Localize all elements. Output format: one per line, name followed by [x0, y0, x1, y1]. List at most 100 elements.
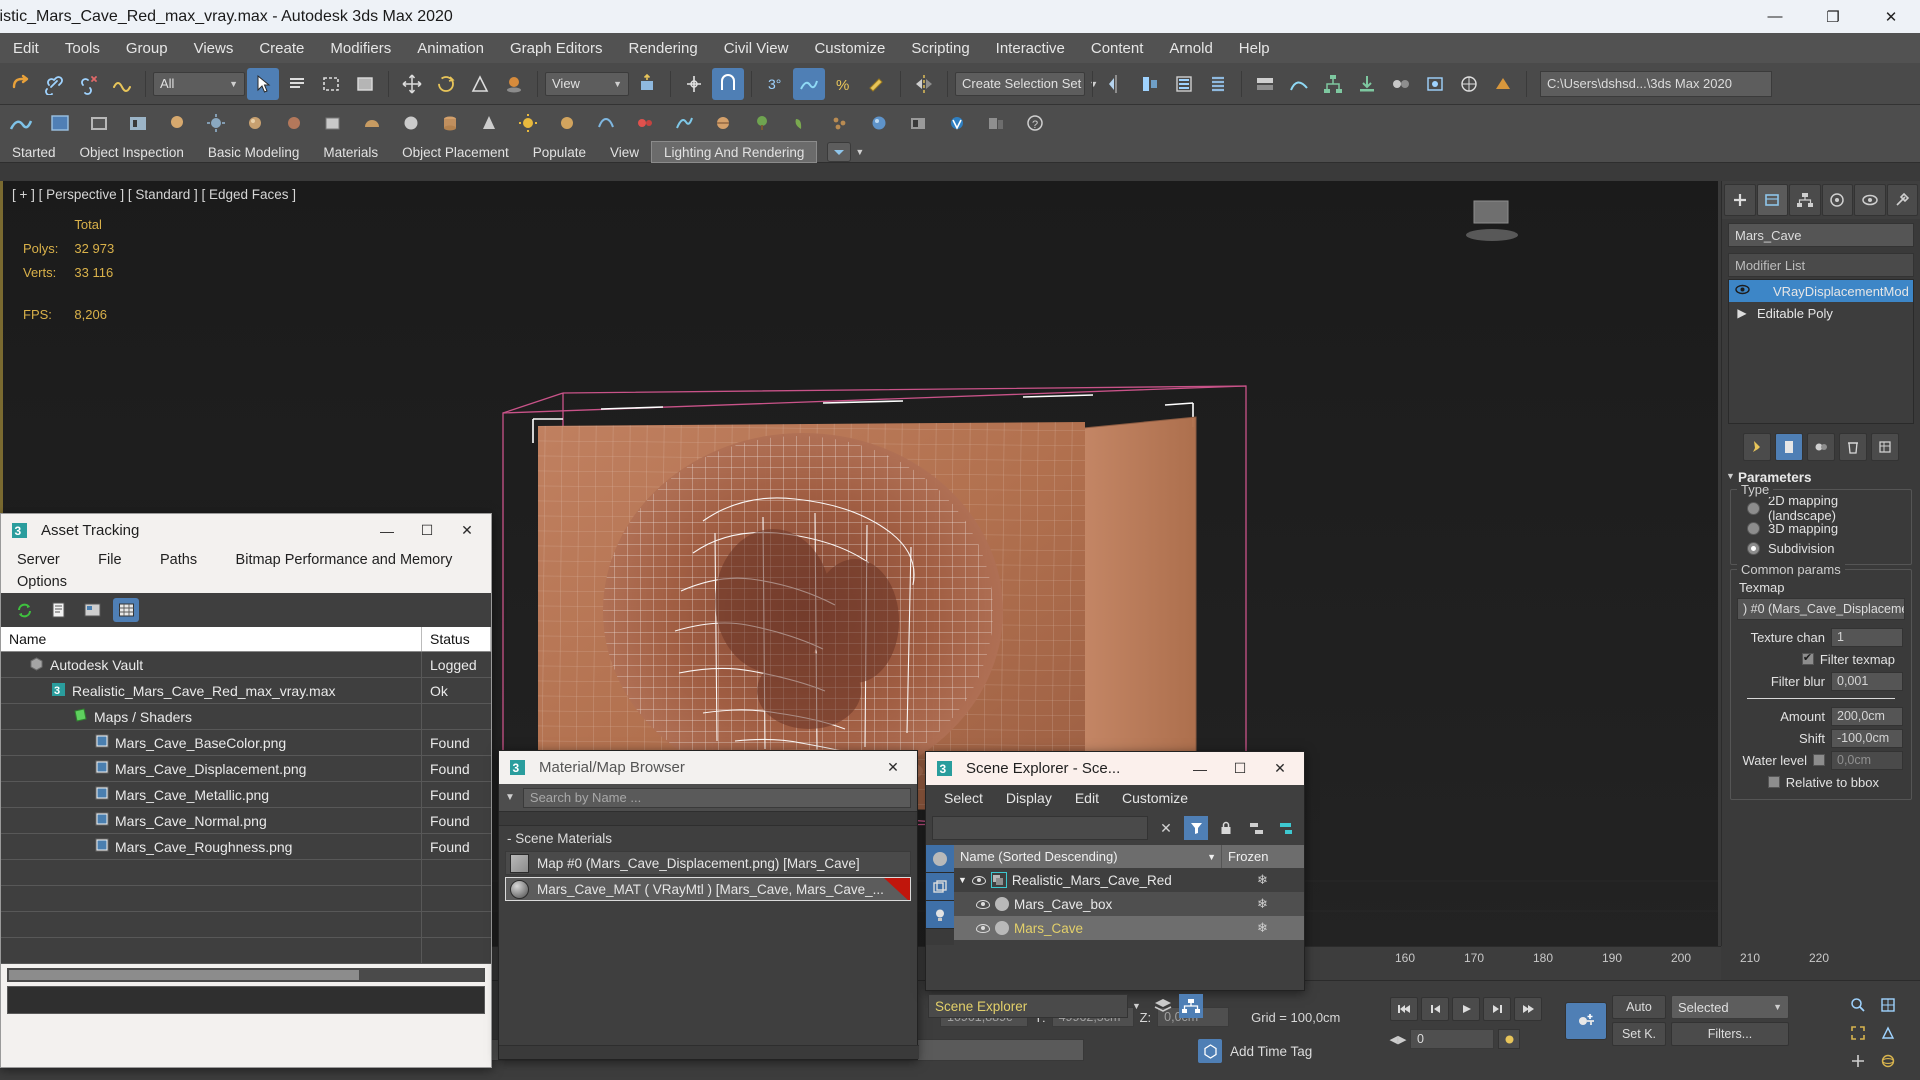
ribbon-toggle-icon[interactable]	[1249, 68, 1281, 100]
schematic-view-icon[interactable]	[1317, 68, 1349, 100]
asset-menu-bitmap-performance[interactable]: Bitmap Performance and Memory	[214, 549, 465, 571]
modifier-stack-row-vraydisplacementmod[interactable]: VRayDisplacementMod	[1729, 280, 1913, 302]
orbit-icon[interactable]	[1876, 1049, 1900, 1073]
modifier-stack-row-editable-poly[interactable]: ▶ Editable Poly	[1729, 302, 1913, 324]
tree-icon[interactable]	[743, 107, 781, 139]
eye-icon[interactable]	[971, 875, 986, 885]
menu-item-graph-editors[interactable]: Graph Editors	[497, 37, 616, 60]
render-setup-icon[interactable]	[1419, 68, 1451, 100]
render-frame-icon[interactable]	[1453, 68, 1485, 100]
menu-item-modifiers[interactable]: Modifiers	[317, 37, 404, 60]
menu-item-civil-view[interactable]: Civil View	[711, 37, 802, 60]
close-button[interactable]: ✕	[1862, 0, 1920, 33]
menu-item-group[interactable]: Group	[113, 37, 181, 60]
ribbon-tab-object-inspection[interactable]: Object Inspection	[68, 141, 196, 163]
table-row[interactable]: Maps / Shaders	[1, 704, 491, 730]
menu-item-interactive[interactable]: Interactive	[983, 37, 1078, 60]
hierarchy-tab[interactable]	[1789, 184, 1821, 216]
object-name-field[interactable]: Mars_Cave	[1728, 223, 1914, 247]
menu-item-help[interactable]: Help	[1226, 37, 1283, 60]
zoom-extents-icon[interactable]	[1846, 1021, 1870, 1045]
snaps-toggle-icon[interactable]	[712, 67, 744, 100]
select-and-scale-icon[interactable]	[464, 68, 496, 100]
asset-minimize-button[interactable]: —	[367, 514, 407, 547]
render-setup-panel-icon[interactable]	[977, 107, 1015, 139]
scene-hierarchy-icon[interactable]	[1178, 994, 1203, 1018]
water-level-checkbox[interactable]	[1813, 754, 1825, 766]
ribbon-tab-started[interactable]: Started	[0, 141, 68, 163]
material-search-input[interactable]: Search by Name ...	[522, 787, 911, 808]
table-row[interactable]: Mars_Cave_Metallic.png Found	[1, 782, 491, 808]
horizontal-scrollbar[interactable]	[7, 968, 485, 982]
ribbon-tab-lighting-and-rendering[interactable]: Lighting And Rendering	[651, 141, 818, 163]
add-time-tag-group[interactable]: Add Time Tag	[1198, 1039, 1312, 1063]
align-icon[interactable]	[1134, 68, 1166, 100]
asset-column-status[interactable]: Status	[422, 627, 491, 651]
scene-column-name[interactable]: Name (Sorted Descending) ▼	[954, 845, 1221, 868]
refresh-icon[interactable]	[11, 598, 37, 622]
selection-icon[interactable]	[41, 107, 79, 139]
menu-item-scripting[interactable]: Scripting	[898, 37, 982, 60]
make-unique-icon[interactable]	[1807, 433, 1835, 461]
eye-icon[interactable]	[1731, 284, 1753, 298]
filters-button[interactable]: Filters...	[1671, 1022, 1789, 1046]
scene-explorer-icon[interactable]	[1202, 68, 1234, 100]
radio-icon[interactable]	[1747, 501, 1760, 515]
show-end-result-icon[interactable]	[1775, 433, 1803, 461]
key-filter-dropdown[interactable]: Selected ▼	[1671, 995, 1789, 1019]
filter-lights-icon[interactable]	[926, 901, 954, 929]
modify-tab[interactable]	[1756, 184, 1788, 216]
pan-icon[interactable]	[1846, 1049, 1870, 1073]
menu-item-tools[interactable]: Tools	[52, 37, 113, 60]
maximize-button[interactable]: ❐	[1804, 0, 1862, 33]
scene-search-input[interactable]	[932, 816, 1148, 840]
play-icon[interactable]	[1452, 997, 1480, 1021]
named-selection-set-dropdown[interactable]: Create Selection Set ▼	[955, 71, 1098, 96]
material-editor-icon[interactable]	[1385, 68, 1417, 100]
freeform-icon[interactable]	[2, 107, 40, 139]
edit-named-selection-icon[interactable]	[861, 68, 893, 100]
asset-menu-options[interactable]: Options	[17, 571, 79, 593]
table-row[interactable]: ▼ Realistic_Mars_Cave_Red ❄	[954, 868, 1304, 892]
zoom-icon[interactable]	[1846, 993, 1870, 1017]
scene-explorer-name-field[interactable]: Scene Explorer	[928, 994, 1128, 1018]
use-pivot-point-icon[interactable]	[631, 68, 663, 100]
display-tab[interactable]	[1854, 184, 1886, 216]
grid-view-icon[interactable]	[113, 598, 139, 622]
select-and-rotate-icon[interactable]	[430, 68, 462, 100]
sphere-icon[interactable]	[392, 107, 430, 139]
teapot-icon[interactable]	[548, 107, 586, 139]
set-key-button[interactable]: Set K.	[1612, 1022, 1666, 1046]
modifier-list-dropdown[interactable]: Modifier List	[1728, 253, 1914, 277]
create-tab[interactable]	[1724, 184, 1756, 216]
relative-to-bbox-row[interactable]: Relative to bbox	[1737, 771, 1905, 793]
target-camera-icon[interactable]	[626, 107, 664, 139]
cylinder-icon[interactable]	[431, 107, 469, 139]
table-row[interactable]: Mars_Cave ❄	[954, 916, 1304, 940]
sort-descending-icon[interactable]: ▼	[1207, 852, 1221, 862]
frozen-icon[interactable]: ❄	[1221, 868, 1304, 892]
sun-icon[interactable]	[197, 107, 235, 139]
scene-explorer-window[interactable]: 3 Scene Explorer - Sce... — ☐ ✕ Select D…	[925, 751, 1305, 991]
zoom-all-icon[interactable]	[1876, 993, 1900, 1017]
populate-icon[interactable]	[119, 107, 157, 139]
menu-item-edit[interactable]: Edit	[0, 37, 52, 60]
scene-explorer-maximize-button[interactable]: ☐	[1220, 752, 1260, 785]
current-frame-field[interactable]: 0	[1410, 1029, 1494, 1049]
exposure-icon[interactable]	[665, 107, 703, 139]
redo-icon[interactable]	[4, 68, 36, 100]
table-row[interactable]: Mars_Cave_box ❄	[954, 892, 1304, 916]
radio-icon[interactable]	[1747, 521, 1760, 535]
import-icon[interactable]	[1351, 68, 1383, 100]
configure-sets-icon[interactable]	[1871, 433, 1899, 461]
scene-menu-select[interactable]: Select	[932, 788, 992, 808]
viewport-label[interactable]: [ + ] [ Perspective ] [ Standard ] [ Edg…	[12, 187, 296, 202]
table-row[interactable]: Mars_Cave_BaseColor.png Found	[1, 730, 491, 756]
scene-explorer-minimize-button[interactable]: —	[1180, 752, 1220, 785]
modifier-stack[interactable]: VRayDisplacementMod ▶ Editable Poly	[1728, 279, 1914, 424]
menu-item-arnold[interactable]: Arnold	[1156, 37, 1225, 60]
frozen-icon[interactable]: ❄	[1221, 892, 1304, 916]
ribbon-tab-materials[interactable]: Materials	[311, 141, 390, 163]
list-view-icon[interactable]	[45, 598, 71, 622]
material-browser-close-button[interactable]: ✕	[873, 751, 913, 784]
